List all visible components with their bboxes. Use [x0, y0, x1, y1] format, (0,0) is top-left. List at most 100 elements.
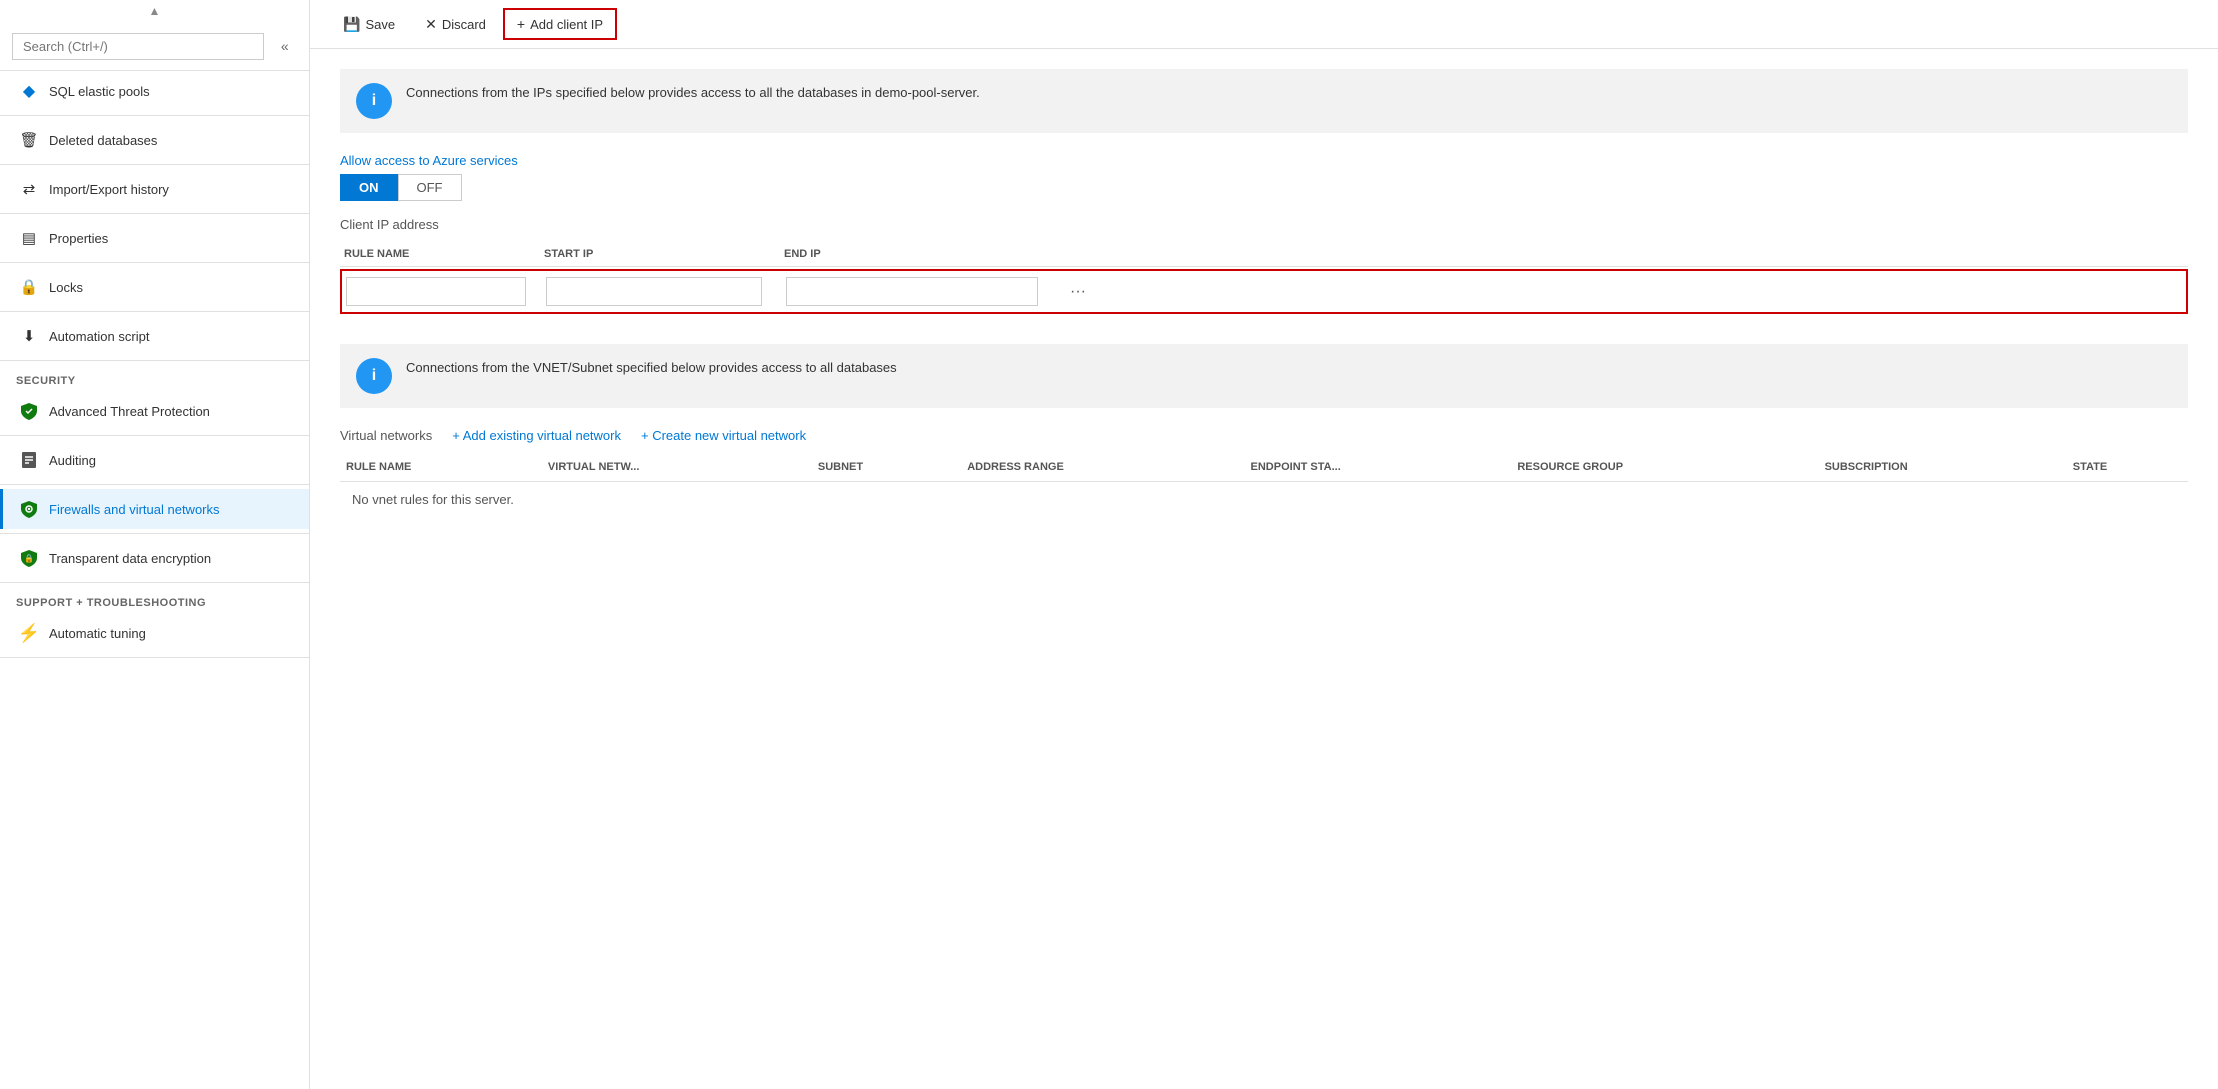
sidebar-item-transparent-data-encryption[interactable]: 🔒 Transparent data encryption [0, 538, 309, 578]
vnet-col-state: STATE [2067, 453, 2188, 482]
virtual-networks-label: Virtual networks [340, 428, 432, 443]
vnet-table-body: No vnet rules for this server. [340, 482, 2188, 518]
add-client-ip-button[interactable]: + Add client IP [503, 8, 617, 40]
scroll-up-icon: ▲ [149, 4, 161, 18]
info-icon-1: i [356, 83, 392, 119]
toggle-off-button[interactable]: OFF [398, 174, 462, 201]
divider [0, 582, 309, 583]
sidebar-item-firewalls-virtual-networks[interactable]: Firewalls and virtual networks [0, 489, 309, 529]
add-icon: + [517, 16, 525, 32]
sidebar-item-deleted-databases[interactable]: 🗑 Deleted databases [0, 120, 309, 160]
sidebar-item-automatic-tuning[interactable]: ⚡ Automatic tuning [0, 613, 309, 653]
sidebar-item-advanced-threat-protection[interactable]: Advanced Threat Protection [0, 391, 309, 431]
client-ip-label: Client IP address [340, 217, 2188, 232]
save-button[interactable]: 💾 Save [330, 9, 408, 40]
azure-services-toggle-section: Allow access to Azure services ON OFF [340, 153, 2188, 201]
properties-icon: ▤ [19, 228, 39, 248]
firewall-icon [19, 499, 39, 519]
divider [0, 164, 309, 165]
divider [0, 484, 309, 485]
rule-name-input[interactable] [346, 277, 526, 306]
end-ip-cell [786, 277, 1066, 306]
content-area: i Connections from the IPs specified bel… [310, 49, 2218, 1089]
vnet-table-header: RULE NAME VIRTUAL NETW... SUBNET ADDRESS… [340, 453, 2188, 482]
sidebar-search-container: « [0, 22, 309, 71]
discard-icon: ✕ [425, 16, 437, 33]
ip-rules-table-header: RULE NAME START IP END IP [340, 242, 2188, 267]
create-new-virtual-network-link[interactable]: + Create new virtual network [641, 428, 806, 443]
start-ip-input[interactable] [546, 277, 762, 306]
sidebar-item-label: Auditing [49, 453, 96, 468]
toggle-group: ON OFF [340, 174, 2188, 201]
save-icon: 💾 [343, 16, 360, 33]
sidebar-item-label: Automatic tuning [49, 626, 146, 641]
vnet-no-rules-row: No vnet rules for this server. [340, 482, 2188, 518]
shield-green-icon [19, 401, 39, 421]
rule-name-cell [346, 277, 546, 306]
vnet-col-subnet: SUBNET [812, 453, 961, 482]
no-vnet-rules-text: No vnet rules for this server. [346, 482, 520, 517]
sidebar-item-auditing[interactable]: Auditing [0, 440, 309, 480]
sidebar: ▲ « ◆ SQL elastic pools 🗑 Deleted databa… [0, 0, 310, 1089]
sidebar-item-label: SQL elastic pools [49, 84, 150, 99]
sidebar-item-label: Deleted databases [49, 133, 157, 148]
sidebar-item-label: Advanced Threat Protection [49, 404, 210, 419]
lock-icon: 🔒 [19, 277, 39, 297]
scroll-indicator: ▲ [0, 0, 309, 22]
svg-text:🔒: 🔒 [24, 554, 34, 563]
divider [0, 115, 309, 116]
divider [0, 657, 309, 658]
divider [0, 311, 309, 312]
start-ip-cell [546, 277, 786, 306]
discard-button[interactable]: ✕ Discard [412, 9, 499, 40]
sidebar-item-automation-script[interactable]: ⬇ Automation script [0, 316, 309, 356]
automation-icon: ⬇ [19, 326, 39, 346]
sql-elastic-icon: ◆ [19, 81, 39, 101]
sidebar-items-list: ◆ SQL elastic pools 🗑 Deleted databases … [0, 71, 309, 1089]
collapse-sidebar-button[interactable]: « [272, 32, 297, 60]
security-section-header: SECURITY [0, 365, 309, 391]
main-content: 💾 Save ✕ Discard + Add client IP i Conne… [310, 0, 2218, 1089]
divider [0, 533, 309, 534]
divider [0, 360, 309, 361]
sidebar-item-sql-elastic-pools[interactable]: ◆ SQL elastic pools [0, 71, 309, 111]
actions-header [1060, 248, 1120, 260]
row-more-button[interactable]: ··· [1066, 279, 1090, 305]
sidebar-item-label: Import/Export history [49, 182, 169, 197]
info-text-2: Connections from the VNET/Subnet specifi… [406, 358, 897, 378]
vnet-col-subscription: SUBSCRIPTION [1819, 453, 2067, 482]
info-text-1: Connections from the IPs specified below… [406, 83, 980, 103]
info-box-1: i Connections from the IPs specified bel… [340, 69, 2188, 133]
add-existing-virtual-network-link[interactable]: + Add existing virtual network [452, 428, 621, 443]
sidebar-item-label: Locks [49, 280, 83, 295]
sidebar-item-label: Transparent data encryption [49, 551, 211, 566]
end-ip-input[interactable] [786, 277, 1038, 306]
trash-icon: 🗑 [19, 130, 39, 150]
info-icon-2: i [356, 358, 392, 394]
rule-name-header: RULE NAME [340, 248, 540, 260]
add-client-ip-label: Add client IP [530, 17, 603, 32]
support-troubleshooting-section-header: SUPPORT + TROUBLESHOOTING [0, 587, 309, 613]
sidebar-item-label: Properties [49, 231, 108, 246]
start-ip-header: START IP [540, 248, 780, 260]
encryption-icon: 🔒 [19, 548, 39, 568]
row-actions-cell: ··· [1066, 279, 1126, 305]
toolbar: 💾 Save ✕ Discard + Add client IP [310, 0, 2218, 49]
auditing-icon [19, 450, 39, 470]
sidebar-item-properties[interactable]: ▤ Properties [0, 218, 309, 258]
virtual-networks-table: RULE NAME VIRTUAL NETW... SUBNET ADDRESS… [340, 453, 2188, 517]
vnet-col-endpoint-status: ENDPOINT STA... [1245, 453, 1512, 482]
toggle-label: Allow access to Azure services [340, 153, 2188, 168]
sidebar-item-label: Firewalls and virtual networks [49, 502, 220, 517]
vnet-col-virtual-netw: VIRTUAL NETW... [542, 453, 812, 482]
sidebar-item-import-export-history[interactable]: ⇄ Import/Export history [0, 169, 309, 209]
vnet-col-rule-name: RULE NAME [340, 453, 542, 482]
end-ip-header: END IP [780, 248, 1060, 260]
virtual-networks-header: Virtual networks + Add existing virtual … [340, 428, 2188, 443]
toggle-on-button[interactable]: ON [340, 174, 398, 201]
sidebar-item-label: Automation script [49, 329, 149, 344]
sidebar-item-locks[interactable]: 🔒 Locks [0, 267, 309, 307]
vnet-col-resource-group: RESOURCE GROUP [1511, 453, 1818, 482]
search-input[interactable] [12, 33, 264, 60]
discard-label: Discard [442, 17, 486, 32]
